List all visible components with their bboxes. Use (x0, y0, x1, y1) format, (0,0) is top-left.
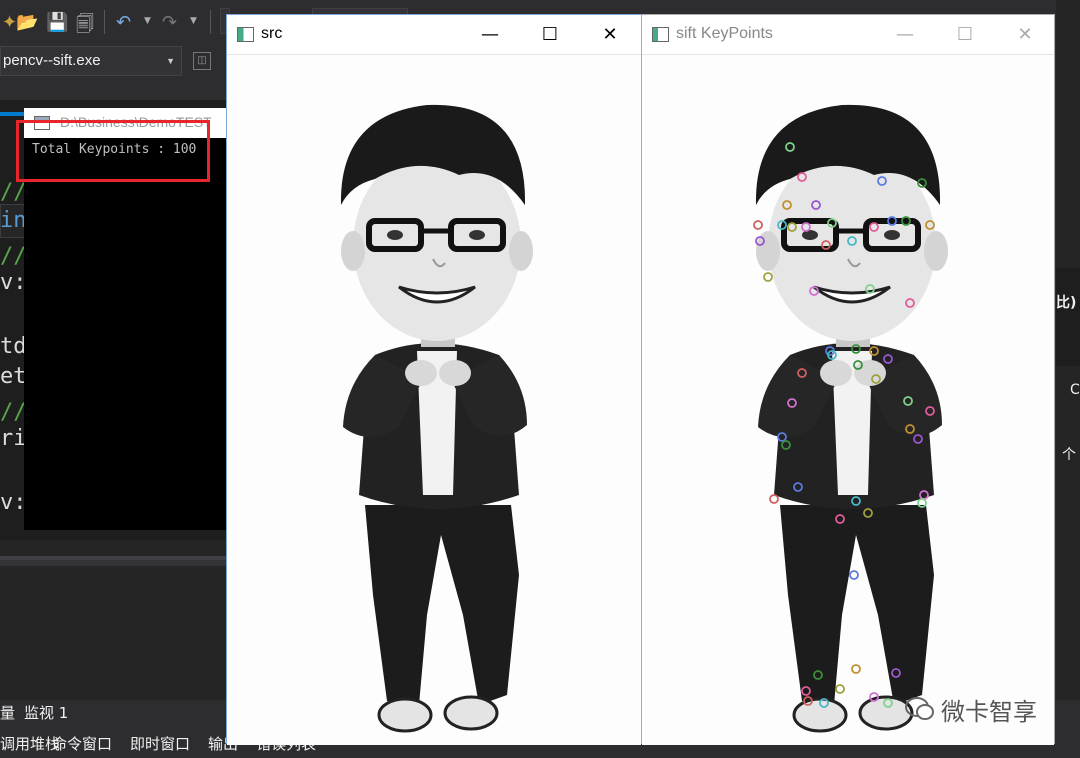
tab-call-stack[interactable]: 调用堆栈 (0, 733, 60, 754)
tab-command-window[interactable]: 命令窗口 (52, 733, 112, 754)
sift-image-canvas (642, 55, 1054, 745)
wechat-logo-icon (905, 697, 934, 720)
sift-keypoint-marker (763, 272, 773, 282)
undo-icon[interactable]: ↶ (116, 12, 131, 33)
panel-fragment-text: 个 (1062, 447, 1076, 463)
code-line: et (0, 364, 27, 389)
watermark-text: 微卡智享 (941, 698, 1037, 726)
debug-options-icon[interactable]: ◫ (193, 52, 211, 70)
code-line: v: (0, 270, 27, 295)
new-item-icon[interactable]: ✦ (2, 12, 17, 33)
properties-area (1056, 268, 1080, 366)
code-line: v: (0, 490, 27, 515)
maximize-button[interactable]: ☐ (950, 21, 980, 49)
tab-locals[interactable]: 量 (0, 702, 15, 723)
sift-keypoint-marker (753, 220, 763, 230)
tab-immediate-window[interactable]: 即时窗口 (130, 733, 190, 754)
maximize-button[interactable]: ☐ (535, 21, 565, 49)
cartoon-man-image (340, 104, 533, 733)
open-folder-icon[interactable]: 📂 (16, 12, 38, 33)
close-button[interactable]: ✕ (1010, 21, 1040, 49)
ide-right-panel: 比) C 个 (1056, 0, 1080, 700)
minimize-button[interactable]: — (890, 21, 920, 49)
code-line: ri (0, 426, 27, 451)
startup-target-label: pencv--sift.exe (3, 52, 101, 69)
cartoon-man-with-keypoints-image (642, 55, 1054, 745)
redo-icon[interactable]: ↷ (162, 12, 177, 33)
window-app-icon (652, 27, 669, 42)
close-button[interactable]: ✕ (595, 21, 625, 49)
sift-keypoint-marker (849, 570, 859, 580)
sift-keypoint-marker (851, 664, 861, 674)
toolbar-separator (210, 10, 211, 34)
ide-lower-panel (0, 540, 230, 700)
save-icon[interactable]: 💾 (46, 12, 68, 33)
save-all-icon[interactable]: 🗐 (76, 12, 94, 42)
src-image-canvas (227, 55, 641, 745)
tab-watch-1[interactable]: 监视 1 (24, 702, 68, 723)
toolbar-separator (104, 10, 105, 34)
panel-divider (0, 560, 230, 566)
panel-fragment-text: C (1070, 382, 1080, 398)
panel-fragment-text: 比) (1056, 295, 1077, 311)
startup-target-combo[interactable]: pencv--sift.exe ▼ (0, 46, 182, 76)
sift-title-bar[interactable]: sift KeyPoints — ☐ ✕ (642, 15, 1054, 55)
code-line: td (0, 334, 27, 359)
window-app-icon (237, 27, 254, 42)
src-title-bar[interactable]: src — ☐ ✕ (227, 15, 641, 55)
minimize-button[interactable]: — (475, 21, 505, 49)
redo-dropdown-icon[interactable]: ▼ (190, 16, 197, 26)
src-window[interactable]: src — ☐ ✕ (226, 14, 642, 745)
sift-keypoint-marker (769, 494, 779, 504)
sift-keypoints-window[interactable]: sift KeyPoints — ☐ ✕ (641, 14, 1055, 745)
sift-window-title: sift KeyPoints (676, 25, 773, 42)
highlight-box (16, 120, 210, 182)
src-window-title: src (261, 25, 283, 42)
undo-dropdown-icon[interactable]: ▼ (144, 16, 151, 26)
sift-keypoint-marker (835, 684, 845, 694)
chevron-down-icon: ▼ (166, 56, 175, 66)
